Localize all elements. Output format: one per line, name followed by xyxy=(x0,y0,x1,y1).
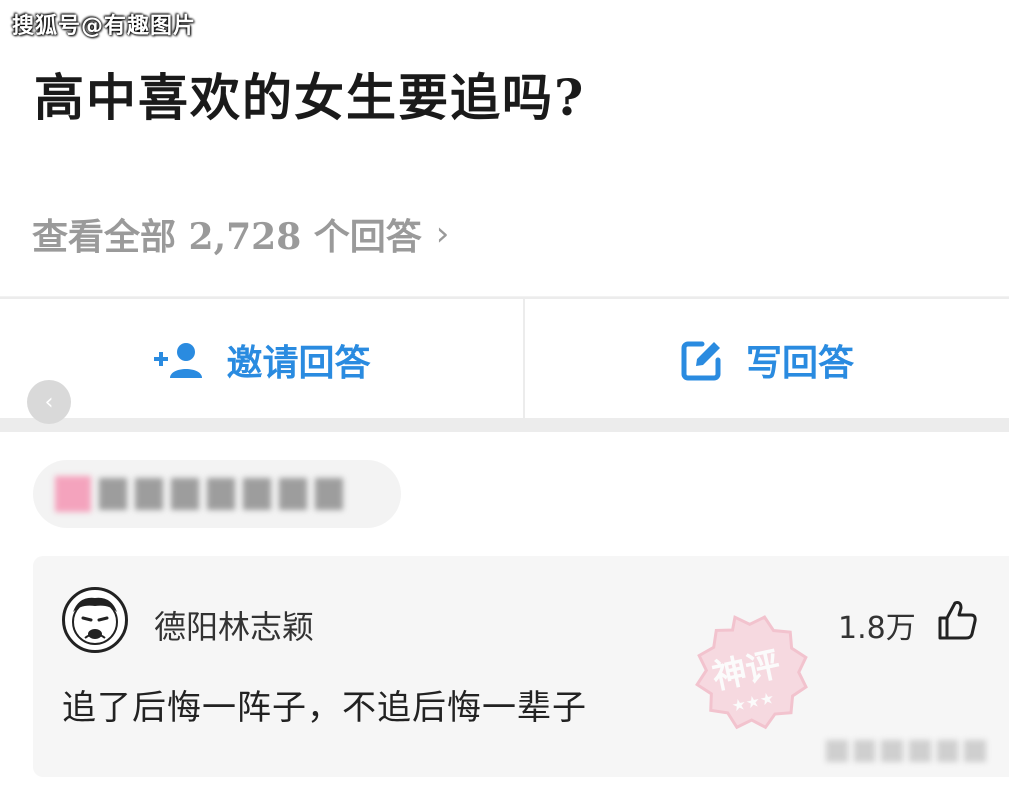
blurred-text-block xyxy=(964,740,987,762)
write-answer-label: 写回答 xyxy=(745,342,854,384)
chevron-left-icon: ‹ xyxy=(44,389,54,415)
comment-text: 追了后悔一阵子，不追后悔一辈子 xyxy=(62,688,587,728)
view-all-answers-link[interactable]: 查看全部 2,728 个回答 › xyxy=(32,208,449,260)
like-count: 1.8万 xyxy=(838,611,916,646)
invite-answer-label: 邀请回答 xyxy=(226,342,371,384)
blurred-footer-text xyxy=(826,734,987,768)
blurred-text-block xyxy=(853,740,876,762)
blurred-avatar xyxy=(55,476,91,512)
edit-icon xyxy=(681,341,721,380)
blurred-text-block xyxy=(99,478,127,510)
action-bar: 邀请回答 写回答 xyxy=(0,297,1009,420)
invite-answer-button[interactable]: 邀请回答 xyxy=(0,299,523,420)
chevron-right-icon: › xyxy=(435,214,450,254)
avatar[interactable] xyxy=(62,587,128,653)
blurred-text-block xyxy=(279,478,307,510)
blurred-author-pill xyxy=(33,460,401,528)
blurred-text-block xyxy=(207,478,235,510)
blurred-text-block xyxy=(826,740,848,762)
question-card: 高中喜欢的女生要追吗? 查看全部 2,728 个回答 › xyxy=(0,0,1009,296)
write-answer-button[interactable]: 写回答 xyxy=(525,299,1009,420)
blurred-text-block xyxy=(315,478,343,510)
section-gap xyxy=(0,418,1009,432)
watermark: 搜狐号@有趣图片 xyxy=(12,14,197,39)
blurred-text-block xyxy=(135,478,163,510)
blurred-text-block xyxy=(881,740,904,762)
meme-face-icon xyxy=(72,597,118,645)
blurred-text-block xyxy=(936,740,959,762)
question-title: 高中喜欢的女生要追吗? xyxy=(34,68,586,127)
bottom-band xyxy=(0,777,1009,797)
add-person-icon xyxy=(154,342,203,378)
blurred-text-block xyxy=(171,478,199,510)
hot-comment-stamp: 神评 ★★★ xyxy=(695,615,808,730)
back-button[interactable]: ‹ xyxy=(27,380,71,424)
thumbs-up-icon[interactable] xyxy=(936,598,978,642)
blurred-text-block xyxy=(909,740,931,762)
comment-username[interactable]: 德阳林志颖 xyxy=(154,602,314,648)
blurred-text-block xyxy=(243,478,271,510)
view-all-label: 查看全部 2,728 个回答 xyxy=(32,216,422,258)
